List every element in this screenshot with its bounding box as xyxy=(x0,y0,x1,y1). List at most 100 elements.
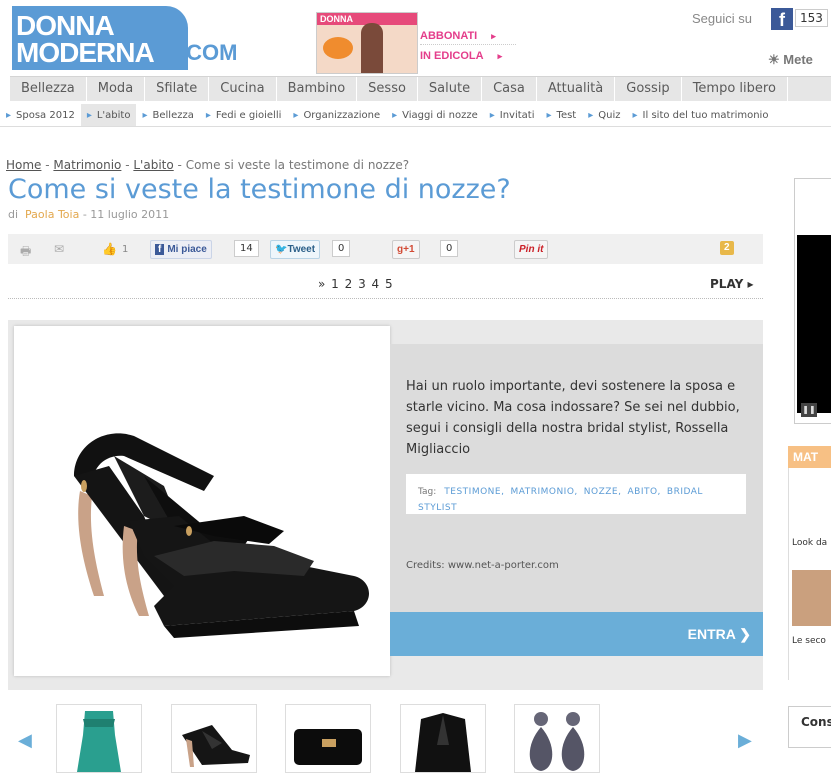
facebook-count: 153 xyxy=(795,9,828,27)
print-icon[interactable]: 🖶 xyxy=(20,242,31,263)
thumbnail-dress[interactable] xyxy=(56,704,142,773)
twitter-icon: 🐦 xyxy=(275,244,288,255)
logo-dotcom: .COM xyxy=(180,40,238,65)
play-label: PLAY xyxy=(710,277,744,291)
tag-box: Tag: TESTIMONE, MATRIMONIO, NOZZE, ABITO, BRI… xyxy=(406,474,746,514)
sub-nav: Sposa 2012L'abitoBellezzaFedi e gioielli… xyxy=(0,104,831,127)
subnav-item-invitati[interactable]: Invitati xyxy=(484,104,541,126)
sidebar-image-2[interactable] xyxy=(792,570,831,626)
breadcrumb-sep: - xyxy=(121,158,134,172)
comments-count[interactable]: 2 xyxy=(720,241,734,255)
share-bar: 🖶 ✉ 👍 1 f Mi piace 14 🐦Tweet 0 g+1 0 Pin … xyxy=(8,234,763,264)
site-logo[interactable]: DONNA MODERNA .COM xyxy=(12,6,242,70)
subnav-item-sposa-2012[interactable]: Sposa 2012 xyxy=(0,104,81,126)
magazine-cover[interactable]: DONNA xyxy=(316,12,418,74)
byline-by: di xyxy=(8,208,19,221)
gplus-button[interactable]: g+1 xyxy=(392,240,420,259)
breadcrumb-abito[interactable]: L'abito xyxy=(133,158,173,172)
chevron-right-icon: ▸ xyxy=(497,51,503,61)
pagination-prefix: » xyxy=(318,277,327,291)
nav-item-bellezza[interactable]: Bellezza xyxy=(10,77,87,101)
subnav-item-l-abito[interactable]: L'abito xyxy=(80,104,137,126)
gallery-next-arrow-icon[interactable]: ▶ xyxy=(738,730,752,751)
gallery-prev-arrow-icon[interactable]: ◀ xyxy=(18,730,32,751)
divider xyxy=(8,298,763,299)
facebook-like-count: 14 xyxy=(234,240,259,257)
sun-cloud-icon: ☀ xyxy=(768,52,780,67)
facebook-like-label: Mi piace xyxy=(167,244,207,255)
subnav-item-il-sito-del-tuo-matrimonio[interactable]: Il sito del tuo matrimonio xyxy=(627,104,775,126)
breadcrumb-home[interactable]: Home xyxy=(6,158,41,172)
chevron-right-icon: ▸ xyxy=(491,31,496,41)
facebook-icon[interactable]: f xyxy=(771,8,793,30)
byline-sep: - xyxy=(79,208,91,221)
sidebar-caption-1[interactable]: Look da xyxy=(792,538,827,548)
nav-item-attualit-[interactable]: Attualità xyxy=(537,77,616,101)
tag-link[interactable]: MATRIMONIO, xyxy=(510,487,577,497)
breadcrumb: Home - Matrimonio - L'abito - Come si ve… xyxy=(6,158,409,172)
video-player[interactable]: ❚❚ xyxy=(794,178,831,424)
sidebar-image-1[interactable] xyxy=(792,480,831,530)
tag-link[interactable]: TESTIMONE, xyxy=(444,487,504,497)
email-icon[interactable]: ✉ xyxy=(54,242,64,256)
thumbnail-earrings[interactable] xyxy=(514,704,600,773)
follow-label: Seguici su xyxy=(692,11,752,26)
main-nav: Bellezza Moda Sfilate Cucina Bambino Sesso Sal… xyxy=(10,76,831,101)
tag-link[interactable]: NOZZE, xyxy=(584,487,622,497)
facebook-icon: f xyxy=(155,244,165,255)
image-credits: Credits: www.net-a-porter.com xyxy=(406,560,559,571)
breadcrumb-matrimonio[interactable]: Matrimonio xyxy=(53,158,121,172)
nav-item-casa[interactable]: Casa xyxy=(482,77,537,101)
tag-link[interactable]: ABITO, xyxy=(627,487,660,497)
nav-item-bambino[interactable]: Bambino xyxy=(277,77,358,101)
pagination: » 1 2 3 4 5 xyxy=(318,277,394,291)
pause-icon[interactable]: ❚❚ xyxy=(801,403,817,417)
nav-item-moda[interactable]: Moda xyxy=(87,77,146,101)
thumbnail-jacket[interactable] xyxy=(400,704,486,773)
article-date: 11 luglio 2011 xyxy=(90,208,170,221)
tag-list: Tag: TESTIMONE, MATRIMONIO, NOZZE, ABITO, BRI… xyxy=(406,474,746,514)
gplus-count: 0 xyxy=(440,240,459,257)
subnav-item-fedi-e-gioielli[interactable]: Fedi e gioielli xyxy=(200,104,288,126)
nav-item-gossip[interactable]: Gossip xyxy=(615,77,682,101)
gplus-label: +1 xyxy=(403,244,415,255)
nav-item-salute[interactable]: Salute xyxy=(418,77,483,101)
facebook-like-button[interactable]: f Mi piace xyxy=(150,240,212,259)
play-icon: ▸ xyxy=(747,277,754,291)
breadcrumb-sep: - xyxy=(41,158,54,172)
article-intro: Hai un ruolo importante, devi sostenere … xyxy=(406,379,740,457)
newsstand-link[interactable]: IN EDICOLA ▸ xyxy=(420,50,502,62)
author-link[interactable]: Paola Toia xyxy=(25,208,79,221)
thumbs-up-icon[interactable]: 👍 xyxy=(102,242,117,256)
nav-item-sesso[interactable]: Sesso xyxy=(357,77,418,101)
main-image-shoes[interactable] xyxy=(14,326,390,676)
logo-line1: DONNA xyxy=(16,10,115,41)
subnav-item-test[interactable]: Test xyxy=(541,104,583,126)
play-button[interactable]: PLAY ▸ xyxy=(710,277,754,291)
enter-button[interactable]: ENTRA ❯ xyxy=(390,612,763,656)
sidebar-caption-2[interactable]: Le seco xyxy=(792,636,826,646)
tweet-count: 0 xyxy=(332,240,351,257)
newsstand-label: IN EDICOLA xyxy=(420,50,484,62)
sidebar-section-header: MAT xyxy=(788,446,831,468)
subnav-item-quiz[interactable]: Quiz xyxy=(582,104,626,126)
subscribe-label: ABBONATI xyxy=(420,30,478,42)
nav-item-tempo-libero[interactable]: Tempo libero xyxy=(682,77,788,101)
subnav-item-bellezza[interactable]: Bellezza xyxy=(136,104,199,126)
thumbnail-clutch[interactable] xyxy=(285,704,371,773)
pagination-pages[interactable]: 1 2 3 4 5 xyxy=(331,277,393,291)
nav-item-cucina[interactable]: Cucina xyxy=(209,77,277,101)
sidebar-consigli-label: Cons xyxy=(801,715,831,729)
subnav-item-organizzazione[interactable]: Organizzazione xyxy=(287,104,386,126)
subnav-item-viaggi-di-nozze[interactable]: Viaggi di nozze xyxy=(386,104,484,126)
breadcrumb-current: Come si veste la testimone di nozze? xyxy=(185,158,410,172)
subscribe-link[interactable]: ABBONATI ▸ xyxy=(420,30,496,42)
nav-item-sfilate[interactable]: Sfilate xyxy=(145,77,210,101)
sidebar-consigli-box: Cons xyxy=(788,706,831,748)
pinit-button[interactable]: Pin it xyxy=(514,240,549,259)
logo-line2: MODERNA xyxy=(16,37,155,68)
byline: di Paola Toia - 11 luglio 2011 xyxy=(8,208,169,221)
tweet-button[interactable]: 🐦Tweet xyxy=(270,240,321,259)
thumbnail-sandals[interactable] xyxy=(171,704,257,773)
weather-link[interactable]: ☀ Mete xyxy=(768,52,813,68)
